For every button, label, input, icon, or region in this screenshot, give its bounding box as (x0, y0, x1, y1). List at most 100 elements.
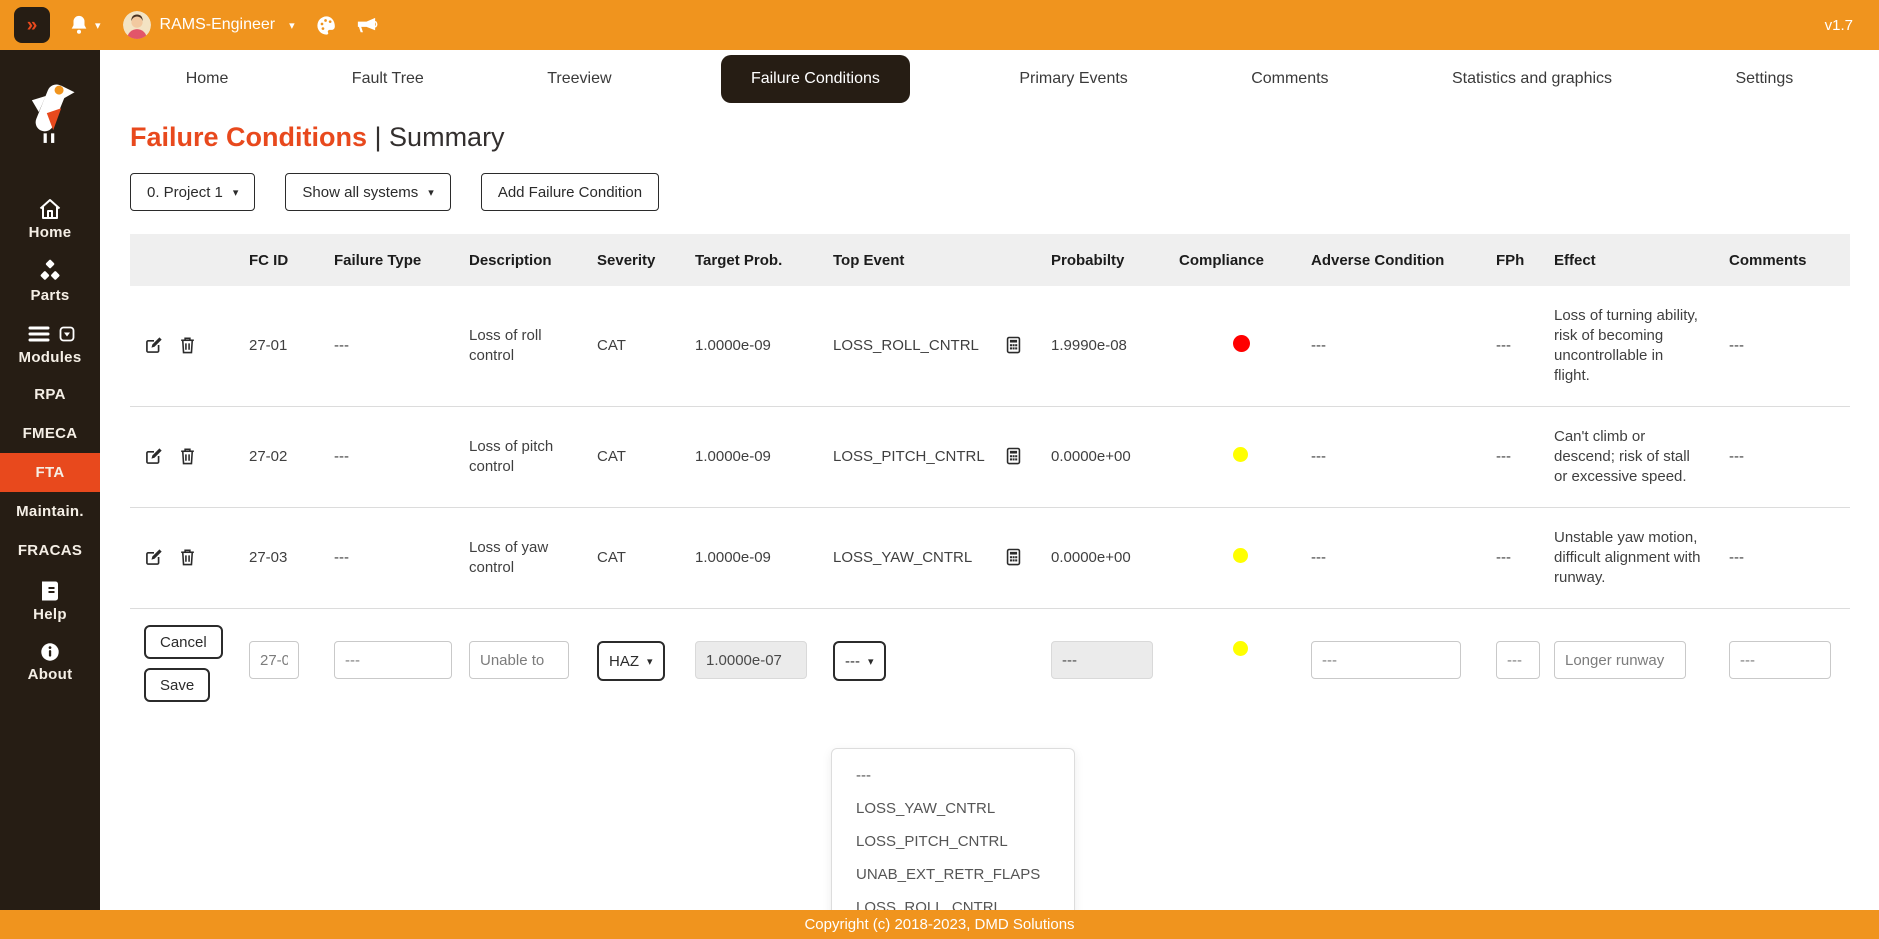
calculate-probability-button[interactable] (1004, 547, 1023, 570)
megaphone-icon (354, 14, 379, 37)
sidebar-item-maintain[interactable]: Maintain. (0, 492, 100, 531)
comments-input[interactable] (1729, 641, 1831, 679)
double-chevron-icon: » (27, 16, 38, 35)
sidebar-item-label: FTA (36, 464, 65, 481)
description-cell: Loss of roll control (455, 286, 583, 407)
fph-cell: --- (1482, 286, 1540, 407)
delete-row-button[interactable] (178, 446, 197, 469)
dropdown-option[interactable]: UNAB_EXT_RETR_FLAPS (832, 858, 1074, 891)
effect-cell: Loss of turning ability, risk of becomin… (1540, 286, 1715, 407)
edit-row-button[interactable] (144, 547, 164, 570)
comments-cell: --- (1715, 407, 1850, 508)
sidebar-item-fmeca[interactable]: FMECA (0, 414, 100, 453)
tab-primary-events[interactable]: Primary Events (1005, 60, 1141, 98)
table-row: 27-03 --- Loss of yaw control CAT 1.0000… (130, 508, 1850, 609)
table-row: 27-02 --- Loss of pitch control CAT 1.00… (130, 407, 1850, 508)
page-title-rest: | Summary (375, 122, 505, 152)
dropdown-option[interactable]: LOSS_YAW_CNTRL (832, 792, 1074, 825)
fc-id-cell: 27-02 (235, 407, 320, 508)
tab-statistics[interactable]: Statistics and graphics (1438, 60, 1626, 98)
tab-settings[interactable]: Settings (1721, 60, 1807, 98)
tab-home[interactable]: Home (172, 60, 243, 98)
probability-cell: 0.0000e+00 (1037, 407, 1165, 508)
failure-type-cell: --- (320, 286, 455, 407)
sidebar-item-label: About (28, 666, 73, 683)
copyright-text: Copyright (c) 2018-2023, DMD Solutions (804, 916, 1074, 933)
delete-row-button[interactable] (178, 547, 197, 570)
sidebar-item-fracas[interactable]: FRACAS (0, 531, 100, 570)
systems-filter-select[interactable]: Show all systems ▾ (285, 173, 450, 211)
edit-icon (144, 446, 164, 466)
tab-treeview[interactable]: Treeview (533, 60, 625, 98)
notifications-button[interactable]: ▾ (68, 14, 101, 36)
top-event-cell: LOSS_YAW_CNTRL (833, 548, 972, 568)
sidebar-item-label: RPA (34, 386, 65, 403)
col-top-event: Top Event (819, 234, 1037, 286)
probability-cell: 0.0000e+00 (1037, 508, 1165, 609)
sidebar-item-home[interactable]: Home (0, 188, 100, 250)
sidebar-item-help[interactable]: Help (0, 570, 100, 632)
compliance-indicator (1233, 548, 1248, 563)
systems-filter-label: Show all systems (302, 184, 418, 201)
home-icon (37, 197, 63, 221)
sidebar-item-label: Home (29, 224, 72, 241)
sidebar-item-modules[interactable]: Modules (0, 313, 100, 375)
top-event-select-value: --- (845, 653, 860, 670)
sidebar-item-fta[interactable]: FTA (0, 453, 100, 492)
edit-row-button[interactable] (144, 335, 164, 358)
failure-type-input[interactable] (334, 641, 452, 679)
project-select-label: 0. Project 1 (147, 184, 223, 201)
edit-icon (144, 335, 164, 355)
calculate-probability-button[interactable] (1004, 446, 1023, 469)
fc-id-input[interactable] (249, 641, 299, 679)
adverse-condition-input[interactable] (1311, 641, 1461, 679)
tab-comments[interactable]: Comments (1237, 60, 1342, 98)
trash-icon (178, 547, 197, 567)
sidebar-item-label: FMECA (23, 425, 78, 442)
caret-down-icon: ▾ (868, 655, 874, 668)
fph-input[interactable] (1496, 641, 1540, 679)
severity-select[interactable]: HAZ ▾ (597, 641, 665, 681)
cancel-button[interactable]: Cancel (144, 625, 223, 659)
top-event-select[interactable]: --- ▾ (833, 641, 886, 681)
theme-palette-button[interactable] (315, 14, 338, 37)
description-cell: Loss of pitch control (455, 407, 583, 508)
save-button[interactable]: Save (144, 668, 210, 702)
dropdown-option[interactable]: LOSS_PITCH_CNTRL (832, 825, 1074, 858)
parts-icon (37, 259, 63, 284)
trash-icon (178, 335, 197, 355)
effect-input[interactable] (1554, 641, 1686, 679)
sidebar-item-parts[interactable]: Parts (0, 250, 100, 313)
sidebar-collapse-button[interactable]: » (14, 7, 50, 43)
col-adverse-condition: Adverse Condition (1297, 234, 1482, 286)
user-menu[interactable]: RAMS-Engineer ▾ (123, 11, 295, 39)
sidebar-item-rpa[interactable]: RPA (0, 375, 100, 414)
adverse-condition-cell: --- (1297, 508, 1482, 609)
target-prob-cell: 1.0000e-09 (681, 508, 819, 609)
footer: Copyright (c) 2018-2023, DMD Solutions (0, 910, 1879, 939)
add-failure-condition-button[interactable]: Add Failure Condition (481, 173, 659, 211)
delete-row-button[interactable] (178, 335, 197, 358)
effect-cell: Can't climb or descend; risk of stall or… (1540, 407, 1715, 508)
col-fc-id: FC ID (235, 234, 320, 286)
target-prob-cell: 1.0000e-09 (681, 407, 819, 508)
project-select[interactable]: 0. Project 1 ▾ (130, 173, 255, 211)
modules-dropdown-icon (59, 326, 75, 342)
sidebar-item-label: Maintain. (16, 503, 84, 520)
col-compliance: Compliance (1165, 234, 1297, 286)
effect-cell: Unstable yaw motion, difficult alignment… (1540, 508, 1715, 609)
tab-fault-tree[interactable]: Fault Tree (338, 60, 438, 98)
topbar: » ▾ RAMS-Engineer ▾ (0, 0, 1879, 50)
username: RAMS-Engineer (160, 16, 276, 34)
severity-cell: CAT (583, 407, 681, 508)
announcements-button[interactable] (354, 14, 379, 37)
edit-row-button[interactable] (144, 446, 164, 469)
sidebar-item-about[interactable]: About (0, 632, 100, 692)
col-probability: Probabilty (1037, 234, 1165, 286)
tab-failure-conditions[interactable]: Failure Conditions (721, 55, 910, 103)
col-target-prob: Target Prob. (681, 234, 819, 286)
description-input[interactable] (469, 641, 569, 679)
dropdown-option[interactable]: --- (832, 759, 1074, 792)
calculate-probability-button[interactable] (1004, 335, 1023, 358)
module-tabs: Home Fault Tree Treeview Failure Conditi… (100, 50, 1879, 108)
